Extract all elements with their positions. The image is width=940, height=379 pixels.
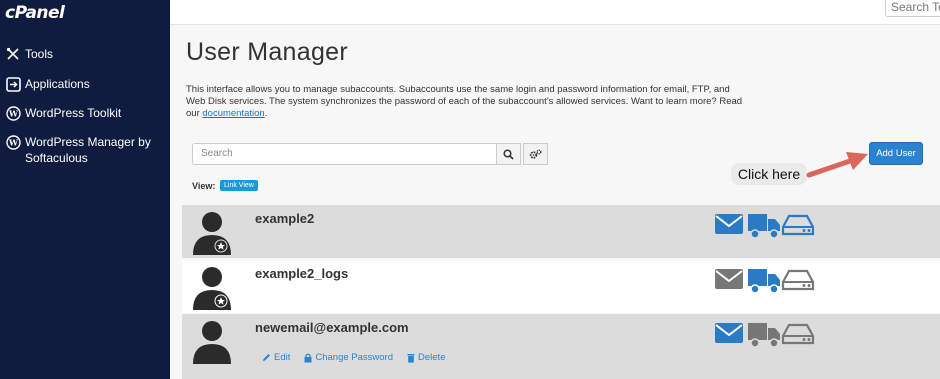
- wordpress-icon: W: [5, 134, 21, 150]
- table-row[interactable]: example2_logs: [182, 260, 940, 313]
- ftp-service-icon[interactable]: [747, 213, 781, 239]
- wordpress-icon: W: [5, 105, 21, 121]
- sidebar-item-label: Applications: [25, 77, 90, 91]
- sidebar-item-wordpress-toolkit[interactable]: W WordPress Toolkit: [5, 105, 121, 121]
- page-title: User Manager: [186, 38, 348, 66]
- sidebar-item-applications[interactable]: Applications: [5, 76, 90, 92]
- trash-icon: [407, 353, 415, 363]
- change-password-label: Change Password: [315, 352, 394, 363]
- page-description: This interface allows you to manage suba…: [186, 84, 746, 120]
- table-row[interactable]: example2: [182, 205, 940, 258]
- user-avatar-icon: [193, 321, 231, 364]
- change-password-link[interactable]: Change Password: [304, 352, 393, 363]
- delete-label: Delete: [418, 352, 446, 363]
- top-bar: Search Too: [170, 0, 940, 25]
- ftp-service-icon[interactable]: [747, 268, 781, 294]
- search-input[interactable]: Search: [192, 143, 497, 165]
- webdisk-service-icon[interactable]: [781, 268, 815, 292]
- sidebar-item-label: Tools: [25, 47, 54, 61]
- description-text: This interface allows you to manage suba…: [186, 84, 743, 119]
- lock-icon: [304, 353, 312, 362]
- webdisk-service-icon[interactable]: [781, 322, 815, 346]
- svg-text:W: W: [8, 108, 19, 118]
- user-avatar-icon: [193, 212, 231, 255]
- email-service-icon[interactable]: [714, 322, 744, 344]
- row-actions: Edit Change Password Delete: [262, 352, 445, 363]
- applications-icon: [5, 76, 21, 92]
- pencil-icon: [263, 354, 270, 361]
- add-user-button[interactable]: Add User: [869, 142, 923, 165]
- sidebar: cPanel Tools Applications W WordPress To…: [0, 0, 170, 379]
- global-search-input[interactable]: Search Too: [885, 0, 940, 17]
- email-service-icon[interactable]: [714, 268, 744, 290]
- edit-link[interactable]: Edit: [262, 352, 290, 363]
- edit-label: Edit: [274, 352, 291, 363]
- settings-button[interactable]: [523, 143, 548, 165]
- view-mode-badge[interactable]: Link View: [220, 180, 258, 191]
- view-label: View:: [192, 181, 216, 191]
- tools-icon: [5, 46, 21, 62]
- username: newemail@example.com: [255, 320, 409, 335]
- search-icon: [503, 148, 514, 160]
- username: example2: [255, 211, 315, 226]
- sidebar-item-tools[interactable]: Tools: [5, 46, 53, 62]
- gears-icon: [529, 149, 542, 159]
- user-avatar-icon: [193, 267, 231, 310]
- sidebar-item-wordpress-manager[interactable]: W WordPress Manager by Softaculous: [5, 134, 155, 166]
- sidebar-item-label: WordPress Toolkit: [25, 106, 122, 120]
- delete-link[interactable]: Delete: [407, 352, 445, 363]
- email-service-icon[interactable]: [714, 213, 744, 235]
- username: example2_logs: [255, 266, 349, 281]
- svg-text:W: W: [8, 137, 19, 147]
- sidebar-item-label: WordPress Manager by Softaculous: [25, 135, 151, 165]
- ftp-service-icon[interactable]: [747, 322, 781, 348]
- annotation-arrow: [806, 152, 868, 178]
- description-suffix: .: [264, 108, 268, 119]
- click-here-annotation: Click here: [731, 163, 807, 185]
- documentation-link[interactable]: documentation: [202, 108, 264, 119]
- cpanel-logo[interactable]: cPanel: [5, 3, 65, 23]
- table-row[interactable]: newemail@example.com Edit Change Passwor…: [182, 314, 940, 379]
- webdisk-service-icon[interactable]: [781, 213, 815, 237]
- main-content: Search Too User Manager This interface a…: [170, 0, 940, 379]
- search-button[interactable]: [496, 143, 521, 165]
